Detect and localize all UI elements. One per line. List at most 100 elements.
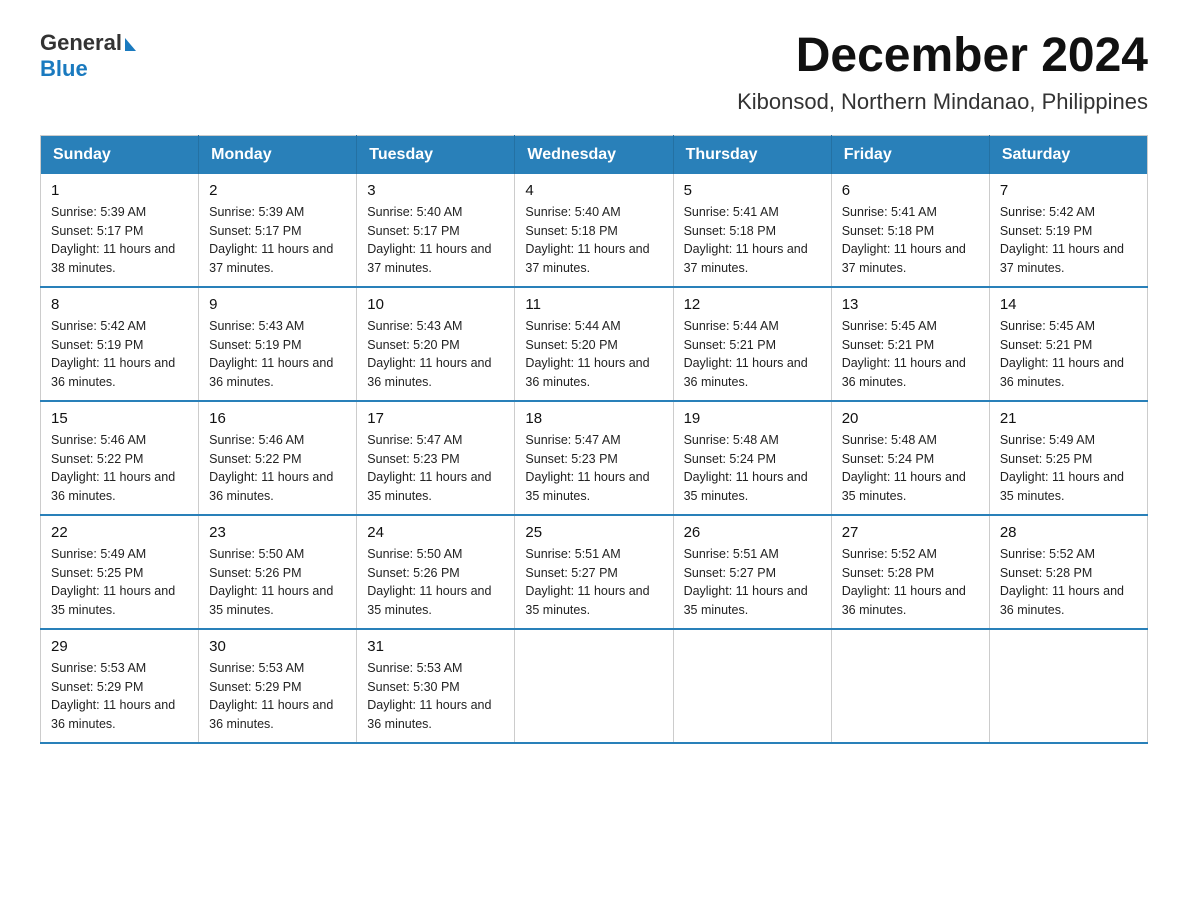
day-number: 31 — [367, 638, 504, 655]
day-number: 16 — [209, 410, 346, 427]
logo-text-blue: Blue — [40, 56, 136, 82]
day-number: 7 — [1000, 182, 1137, 199]
day-number: 8 — [51, 296, 188, 313]
day-info: Sunrise: 5:53 AMSunset: 5:29 PMDaylight:… — [209, 659, 346, 734]
day-info: Sunrise: 5:51 AMSunset: 5:27 PMDaylight:… — [684, 545, 821, 620]
day-info: Sunrise: 5:50 AMSunset: 5:26 PMDaylight:… — [367, 545, 504, 620]
day-info: Sunrise: 5:42 AMSunset: 5:19 PMDaylight:… — [1000, 203, 1137, 278]
day-number: 28 — [1000, 524, 1137, 541]
page-header: General Blue December 2024 Kibonsod, Nor… — [40, 30, 1148, 115]
day-info: Sunrise: 5:40 AMSunset: 5:18 PMDaylight:… — [525, 203, 662, 278]
calendar-cell: 15 Sunrise: 5:46 AMSunset: 5:22 PMDayligh… — [41, 401, 199, 515]
day-info: Sunrise: 5:44 AMSunset: 5:20 PMDaylight:… — [525, 317, 662, 392]
day-info: Sunrise: 5:46 AMSunset: 5:22 PMDaylight:… — [51, 431, 188, 506]
weekday-header-saturday: Saturday — [989, 135, 1147, 174]
day-number: 5 — [684, 182, 821, 199]
calendar-cell: 8Sunrise: 5:42 AMSunset: 5:19 PMDaylight… — [41, 287, 199, 401]
weekday-header-sunday: Sunday — [41, 135, 199, 174]
day-number: 17 — [367, 410, 504, 427]
day-info: Sunrise: 5:39 AMSunset: 5:17 PMDaylight:… — [51, 203, 188, 278]
day-number: 13 — [842, 296, 979, 313]
calendar-week-row: 29Sunrise: 5:53 AMSunset: 5:29 PMDayligh… — [41, 629, 1148, 743]
day-info: Sunrise: 5:47 AMSunset: 5:23 PMDaylight:… — [525, 431, 662, 506]
calendar-cell: 22Sunrise: 5:49 AMSunset: 5:25 PMDayligh… — [41, 515, 199, 629]
weekday-header-friday: Friday — [831, 135, 989, 174]
calendar-cell: 12 Sunrise: 5:44 AMSunset: 5:21 PMDayligh… — [673, 287, 831, 401]
day-number: 18 — [525, 410, 662, 427]
calendar-cell: 25Sunrise: 5:51 AMSunset: 5:27 PMDayligh… — [515, 515, 673, 629]
calendar-cell: 21Sunrise: 5:49 AMSunset: 5:25 PMDayligh… — [989, 401, 1147, 515]
day-number: 4 — [525, 182, 662, 199]
day-number: 24 — [367, 524, 504, 541]
calendar-cell: 18 Sunrise: 5:47 AMSunset: 5:23 PMDayligh… — [515, 401, 673, 515]
location-title: Kibonsod, Northern Mindanao, Philippines — [737, 89, 1148, 115]
weekday-header-wednesday: Wednesday — [515, 135, 673, 174]
calendar-table: SundayMondayTuesdayWednesdayThursdayFrid… — [40, 135, 1148, 744]
calendar-cell: 28 Sunrise: 5:52 AMSunset: 5:28 PMDayligh… — [989, 515, 1147, 629]
day-info: Sunrise: 5:41 AMSunset: 5:18 PMDaylight:… — [842, 203, 979, 278]
weekday-header-tuesday: Tuesday — [357, 135, 515, 174]
day-info: Sunrise: 5:49 AMSunset: 5:25 PMDaylight:… — [1000, 431, 1137, 506]
day-number: 1 — [51, 182, 188, 199]
calendar-cell: 14Sunrise: 5:45 AMSunset: 5:21 PMDayligh… — [989, 287, 1147, 401]
calendar-cell: 20 Sunrise: 5:48 AMSunset: 5:24 PMDayligh… — [831, 401, 989, 515]
day-number: 2 — [209, 182, 346, 199]
calendar-cell: 2 Sunrise: 5:39 AMSunset: 5:17 PMDaylight… — [199, 174, 357, 287]
weekday-header-thursday: Thursday — [673, 135, 831, 174]
day-number: 10 — [367, 296, 504, 313]
calendar-week-row: 22Sunrise: 5:49 AMSunset: 5:25 PMDayligh… — [41, 515, 1148, 629]
day-info: Sunrise: 5:40 AMSunset: 5:17 PMDaylight:… — [367, 203, 504, 278]
calendar-cell: 27 Sunrise: 5:52 AMSunset: 5:28 PMDayligh… — [831, 515, 989, 629]
day-info: Sunrise: 5:53 AMSunset: 5:30 PMDaylight:… — [367, 659, 504, 734]
calendar-cell: 6 Sunrise: 5:41 AMSunset: 5:18 PMDaylight… — [831, 174, 989, 287]
calendar-cell: 29Sunrise: 5:53 AMSunset: 5:29 PMDayligh… — [41, 629, 199, 743]
weekday-header-row: SundayMondayTuesdayWednesdayThursdayFrid… — [41, 135, 1148, 174]
day-info: Sunrise: 5:49 AMSunset: 5:25 PMDaylight:… — [51, 545, 188, 620]
calendar-cell — [989, 629, 1147, 743]
day-number: 20 — [842, 410, 979, 427]
day-info: Sunrise: 5:43 AMSunset: 5:19 PMDaylight:… — [209, 317, 346, 392]
calendar-cell: 17Sunrise: 5:47 AMSunset: 5:23 PMDayligh… — [357, 401, 515, 515]
weekday-header-monday: Monday — [199, 135, 357, 174]
day-number: 15 — [51, 410, 188, 427]
calendar-week-row: 8Sunrise: 5:42 AMSunset: 5:19 PMDaylight… — [41, 287, 1148, 401]
calendar-cell: 26 Sunrise: 5:51 AMSunset: 5:27 PMDayligh… — [673, 515, 831, 629]
calendar-cell: 4 Sunrise: 5:40 AMSunset: 5:18 PMDaylight… — [515, 174, 673, 287]
calendar-cell — [515, 629, 673, 743]
day-number: 26 — [684, 524, 821, 541]
day-number: 25 — [525, 524, 662, 541]
calendar-cell: 23 Sunrise: 5:50 AMSunset: 5:26 PMDayligh… — [199, 515, 357, 629]
calendar-week-row: 15 Sunrise: 5:46 AMSunset: 5:22 PMDayligh… — [41, 401, 1148, 515]
calendar-cell: 7 Sunrise: 5:42 AMSunset: 5:19 PMDaylight… — [989, 174, 1147, 287]
day-info: Sunrise: 5:39 AMSunset: 5:17 PMDaylight:… — [209, 203, 346, 278]
day-number: 30 — [209, 638, 346, 655]
calendar-cell: 16 Sunrise: 5:46 AMSunset: 5:22 PMDayligh… — [199, 401, 357, 515]
day-number: 12 — [684, 296, 821, 313]
day-number: 11 — [525, 296, 662, 313]
day-info: Sunrise: 5:44 AMSunset: 5:21 PMDaylight:… — [684, 317, 821, 392]
day-info: Sunrise: 5:46 AMSunset: 5:22 PMDaylight:… — [209, 431, 346, 506]
day-info: Sunrise: 5:43 AMSunset: 5:20 PMDaylight:… — [367, 317, 504, 392]
day-number: 6 — [842, 182, 979, 199]
month-title: December 2024 — [737, 30, 1148, 83]
day-info: Sunrise: 5:53 AMSunset: 5:29 PMDaylight:… — [51, 659, 188, 734]
calendar-cell: 19Sunrise: 5:48 AMSunset: 5:24 PMDayligh… — [673, 401, 831, 515]
day-number: 3 — [367, 182, 504, 199]
day-info: Sunrise: 5:48 AMSunset: 5:24 PMDaylight:… — [842, 431, 979, 506]
day-info: Sunrise: 5:41 AMSunset: 5:18 PMDaylight:… — [684, 203, 821, 278]
day-info: Sunrise: 5:52 AMSunset: 5:28 PMDaylight:… — [1000, 545, 1137, 620]
calendar-cell: 3 Sunrise: 5:40 AMSunset: 5:17 PMDaylight… — [357, 174, 515, 287]
day-number: 27 — [842, 524, 979, 541]
day-info: Sunrise: 5:52 AMSunset: 5:28 PMDaylight:… — [842, 545, 979, 620]
calendar-cell — [831, 629, 989, 743]
calendar-week-row: 1 Sunrise: 5:39 AMSunset: 5:17 PMDaylight… — [41, 174, 1148, 287]
calendar-cell: 5 Sunrise: 5:41 AMSunset: 5:18 PMDaylight… — [673, 174, 831, 287]
calendar-cell: 24 Sunrise: 5:50 AMSunset: 5:26 PMDayligh… — [357, 515, 515, 629]
calendar-cell: 13Sunrise: 5:45 AMSunset: 5:21 PMDayligh… — [831, 287, 989, 401]
calendar-cell: 11 Sunrise: 5:44 AMSunset: 5:20 PMDayligh… — [515, 287, 673, 401]
calendar-cell — [673, 629, 831, 743]
day-number: 19 — [684, 410, 821, 427]
day-number: 23 — [209, 524, 346, 541]
day-info: Sunrise: 5:45 AMSunset: 5:21 PMDaylight:… — [1000, 317, 1137, 392]
day-info: Sunrise: 5:50 AMSunset: 5:26 PMDaylight:… — [209, 545, 346, 620]
